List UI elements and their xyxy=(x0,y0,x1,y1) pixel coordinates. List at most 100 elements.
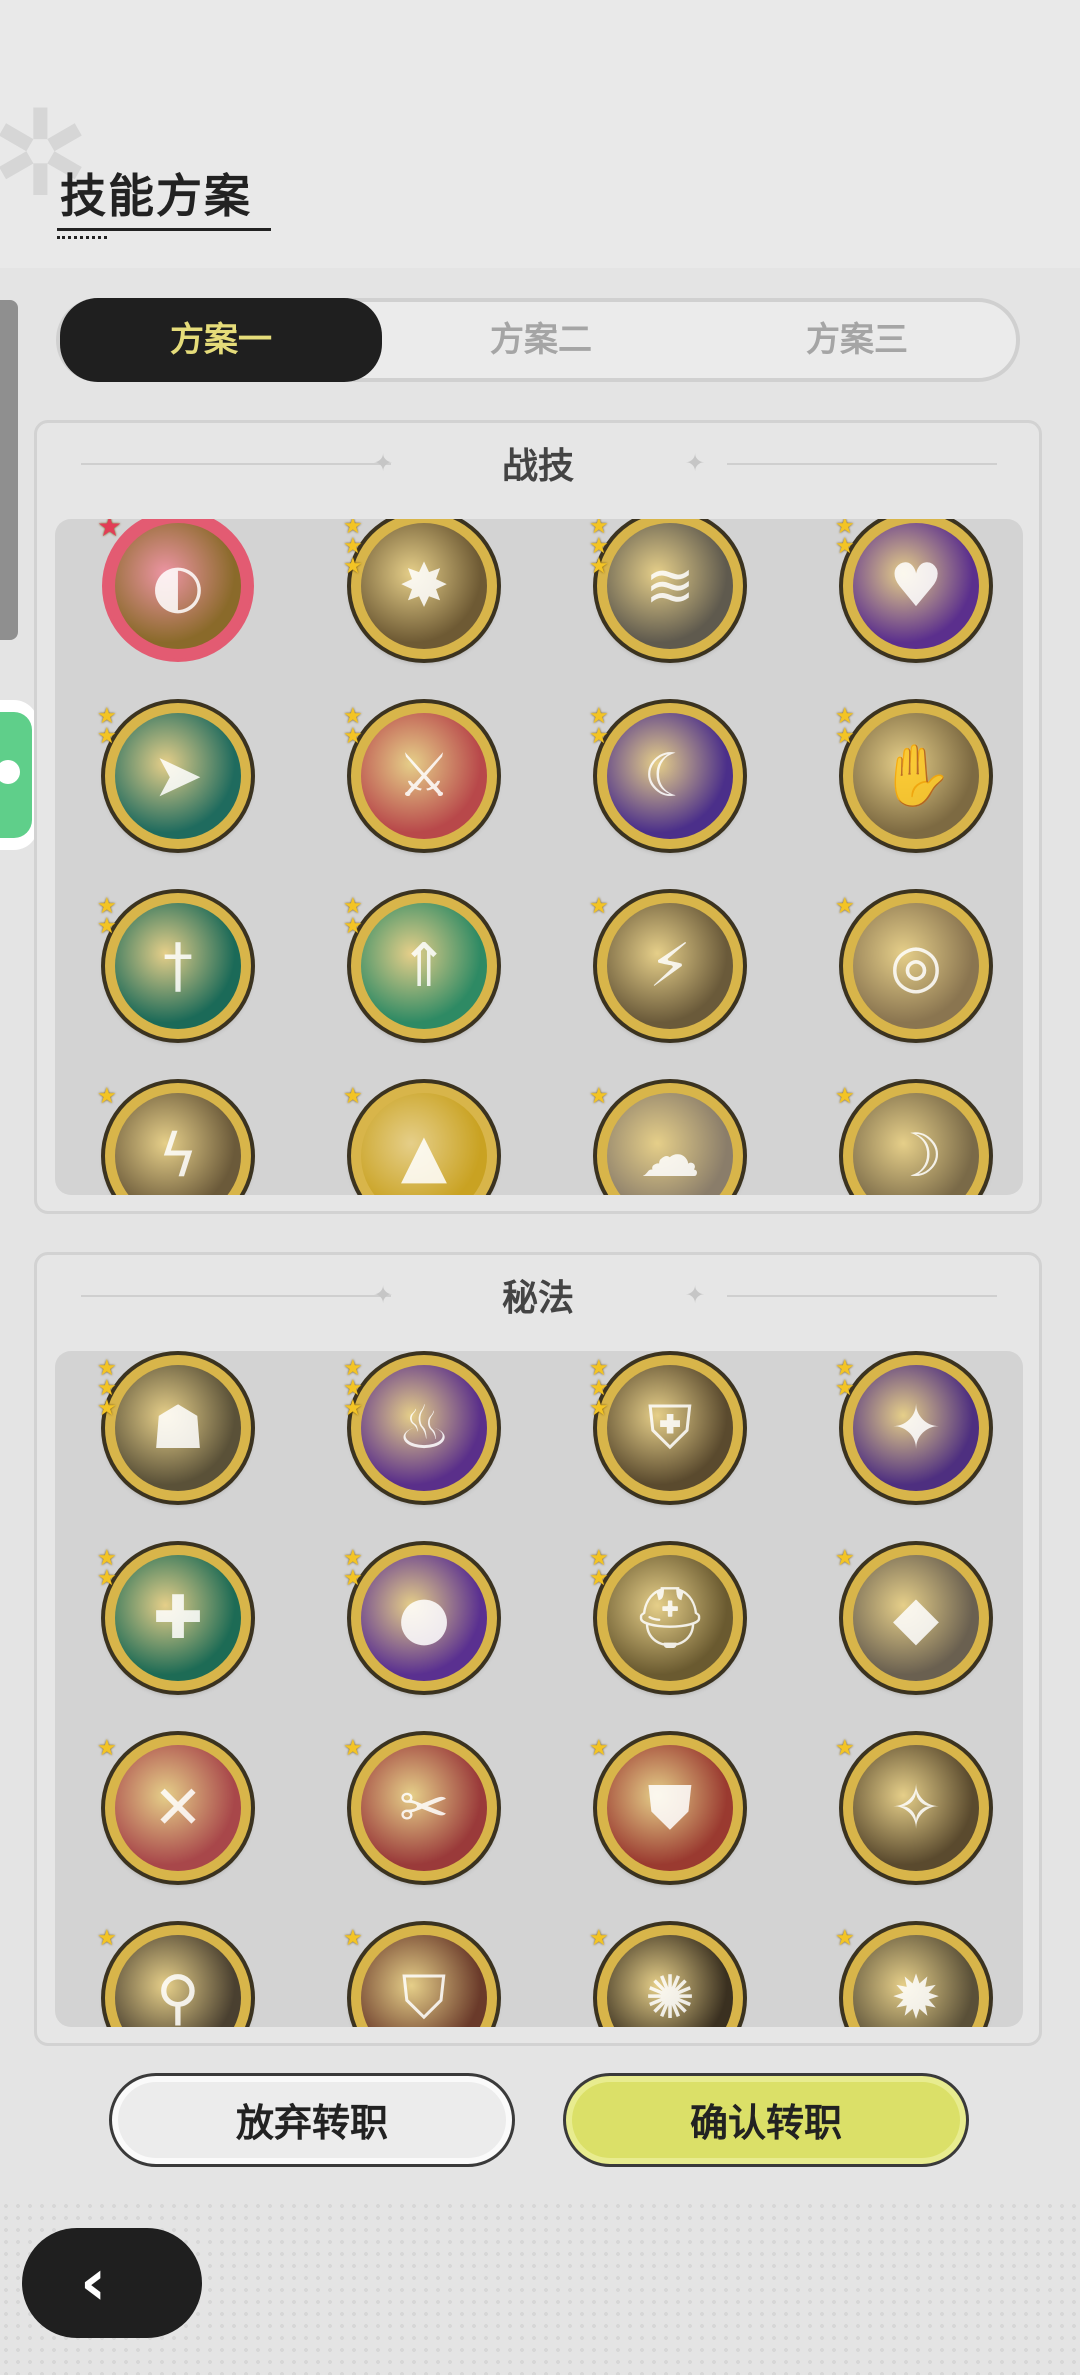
wind-slash-skill-icon[interactable]: ≋ ★ ★ ★ xyxy=(589,519,743,659)
skill-glyph: ➤ xyxy=(152,741,204,811)
golem-arcana-icon[interactable]: ☗ ★ ★ ★ xyxy=(97,1355,251,1501)
tab-scheme-3[interactable]: 方案三 xyxy=(698,304,1016,376)
red-armor-arcana-icon[interactable]: ⛊ ★ xyxy=(589,1735,743,1881)
reaching-hand-skill-icon[interactable]: ✋ ★ ★ xyxy=(835,703,989,849)
teal-dash-skill-icon[interactable]: ➤ ★ ★ xyxy=(97,703,251,849)
golden-whirl-skill-icon[interactable]: ◎ ★ xyxy=(835,893,989,1039)
teal-greatsword-skill-icon[interactable]: † ★ ★ xyxy=(97,893,251,1039)
red-sword-arcana-icon[interactable]: ✕ ★ xyxy=(97,1735,251,1881)
star-icon: ★ xyxy=(589,1566,609,1591)
skill-art: ♨ xyxy=(361,1365,487,1491)
arcana-grid: ☗ ★ ★ ★ ♨ ★ ★ ★ ⛨ ★ ★ ★ ✦ ★ ★ ✚ ★ ★ ● ★ ★ ⛑ ★ ★ ◆ ★ ✕ ★ ✂ ★ ⛊ ★ ✧ ★ ⚲ ★ ⛉ ★ ✺ ★… xyxy=(55,1351,1023,2027)
star-icon: ★ xyxy=(589,1084,609,1109)
star-icon: ★ xyxy=(589,894,609,919)
shield-crest-arcana-icon[interactable]: ⛉ ★ xyxy=(343,1925,497,2027)
golden-crest-skill-icon[interactable]: ▲ ★ xyxy=(343,1083,497,1195)
star-icon: ★ xyxy=(97,724,117,749)
star-icon: ★ xyxy=(589,1926,609,1951)
skill-glyph: ♨ xyxy=(397,1393,451,1463)
skill-art: ☗ xyxy=(115,1365,241,1491)
diamond-icon: ✦ xyxy=(685,449,706,477)
abandon-class-change-button[interactable]: 放弃转职 xyxy=(109,2073,515,2167)
skill-glyph: ⚲ xyxy=(156,1963,200,2027)
rank-stars: ★ xyxy=(589,1926,609,1951)
rank-stars: ★ xyxy=(343,1738,363,1760)
golden-swirl-skill-icon[interactable]: ◐ ★ xyxy=(97,519,251,659)
star-icon: ★ xyxy=(835,534,855,559)
rank-stars: ★ xyxy=(589,1736,609,1761)
skill-art: ☁ xyxy=(607,1093,733,1195)
helmet-heal-arcana-icon[interactable]: ⛑ ★ ★ xyxy=(589,1545,743,1691)
skill-glyph: ⛨ xyxy=(647,1393,693,1463)
golden-blade-skill-icon[interactable]: ⚡ ★ xyxy=(589,893,743,1039)
skill-glyph: ◎ xyxy=(889,931,943,1001)
skill-art: ✧ xyxy=(853,1745,979,1871)
skill-art: ◆ xyxy=(853,1555,979,1681)
rank-stars: ★ xyxy=(835,1548,855,1570)
star-icon: ★ xyxy=(589,1396,609,1421)
rank-stars: ★ ★ ★ xyxy=(589,519,609,578)
rank-stars: ★ xyxy=(343,1928,363,1950)
skill-glyph: ● xyxy=(397,1583,451,1653)
purple-flame-arcana-icon[interactable]: ♨ ★ ★ ★ xyxy=(343,1355,497,1501)
star-icon: ★ xyxy=(835,894,855,919)
star-icon: ★ xyxy=(97,1566,117,1591)
skill-art: ◎ xyxy=(853,903,979,1029)
red-sword-raise-skill-icon[interactable]: ⚔ ★ ★ xyxy=(343,703,497,849)
skill-art: ✚ xyxy=(115,1555,241,1681)
skill-art: ⛉ xyxy=(361,1935,487,2027)
golden-beast-arcana-icon[interactable]: ✧ ★ xyxy=(835,1735,989,1881)
purple-heart-skill-icon[interactable]: ♥ ★ ★ xyxy=(835,519,989,659)
purple-shadow-skill-icon[interactable]: ☾ ★ ★ xyxy=(589,703,743,849)
skill-glyph: ☽ xyxy=(889,1121,943,1191)
rank-stars: ★ xyxy=(835,1086,855,1108)
back-button[interactable]: ‹ xyxy=(22,2228,202,2338)
green-arrows-skill-icon[interactable]: ⇑ ★ ★ xyxy=(343,893,497,1039)
skill-art: ▲ xyxy=(361,1093,487,1195)
star-icon: ★ xyxy=(97,914,117,939)
star-icon: ★ xyxy=(589,1736,609,1761)
star-icon: ★ xyxy=(835,1376,855,1401)
spark-aura-arcana-icon[interactable]: ✹ ★ xyxy=(835,1925,989,2027)
rank-stars: ★ ★ ★ xyxy=(589,1358,609,1421)
skill-art: ⚔ xyxy=(361,713,487,839)
rank-stars: ★ ★ xyxy=(835,706,855,748)
skill-glyph: ✦ xyxy=(890,1393,942,1463)
skill-art: ⇑ xyxy=(361,903,487,1029)
star-icon: ★ xyxy=(835,1926,855,1951)
lightning-strike-skill-icon[interactable]: ϟ ★ xyxy=(97,1083,251,1195)
rank-stars: ★ ★ xyxy=(343,1548,363,1590)
skill-art: ◐ xyxy=(115,523,241,649)
star-icon: ★ xyxy=(343,914,363,939)
healing-plus-arcana-icon[interactable]: ✚ ★ ★ xyxy=(97,1545,251,1691)
skill-art: ☽ xyxy=(853,1093,979,1195)
rank-stars: ★ ★ xyxy=(835,1358,855,1401)
stone-sword-arcana-icon[interactable]: ⚲ ★ xyxy=(97,1925,251,2027)
tab-scheme-1[interactable]: 方案一 xyxy=(60,298,382,382)
purple-silhouette-arcana-icon[interactable]: ● ★ ★ xyxy=(343,1545,497,1691)
skill-glyph: ⚔ xyxy=(397,741,451,811)
star-icon: ★ xyxy=(97,519,123,543)
rank-stars: ★ ★ xyxy=(343,706,363,748)
tab-scheme-2[interactable]: 方案二 xyxy=(382,304,700,376)
skill-art: ● xyxy=(361,1555,487,1681)
confirm-class-change-button[interactable]: 确认转职 xyxy=(563,2073,969,2167)
crescent-hand-skill-icon[interactable]: ☽ ★ xyxy=(835,1083,989,1195)
side-drawer-handle[interactable] xyxy=(0,300,18,640)
golden-armor-arcana-icon[interactable]: ⛨ ★ ★ ★ xyxy=(589,1355,743,1501)
purple-wolf-arcana-icon[interactable]: ✦ ★ ★ xyxy=(835,1355,989,1501)
shadow-burst-arcana-icon[interactable]: ✺ ★ xyxy=(589,1925,743,2027)
burst-explosion-skill-icon[interactable]: ✸ ★ ★ ★ xyxy=(343,519,497,659)
rank-stars: ★ ★ ★ xyxy=(343,1358,363,1420)
rank-stars: ★ ★ xyxy=(97,896,117,939)
page-title: 技能方案 xyxy=(60,169,252,223)
skill-glyph: ▲ xyxy=(400,1121,448,1191)
rank-stars: ★ xyxy=(835,894,855,919)
scheme-tabs: 方案一 方案二 方案三 xyxy=(56,298,1020,382)
skill-glyph: † xyxy=(163,931,193,1001)
crystal-shard-arcana-icon[interactable]: ◆ ★ xyxy=(835,1545,989,1691)
red-slash-arcana-icon[interactable]: ✂ ★ xyxy=(343,1735,497,1881)
skill-art: ✦ xyxy=(853,1365,979,1491)
smoke-cloud-skill-icon[interactable]: ☁ ★ xyxy=(589,1083,743,1195)
skill-art: ⛑ xyxy=(607,1555,733,1681)
